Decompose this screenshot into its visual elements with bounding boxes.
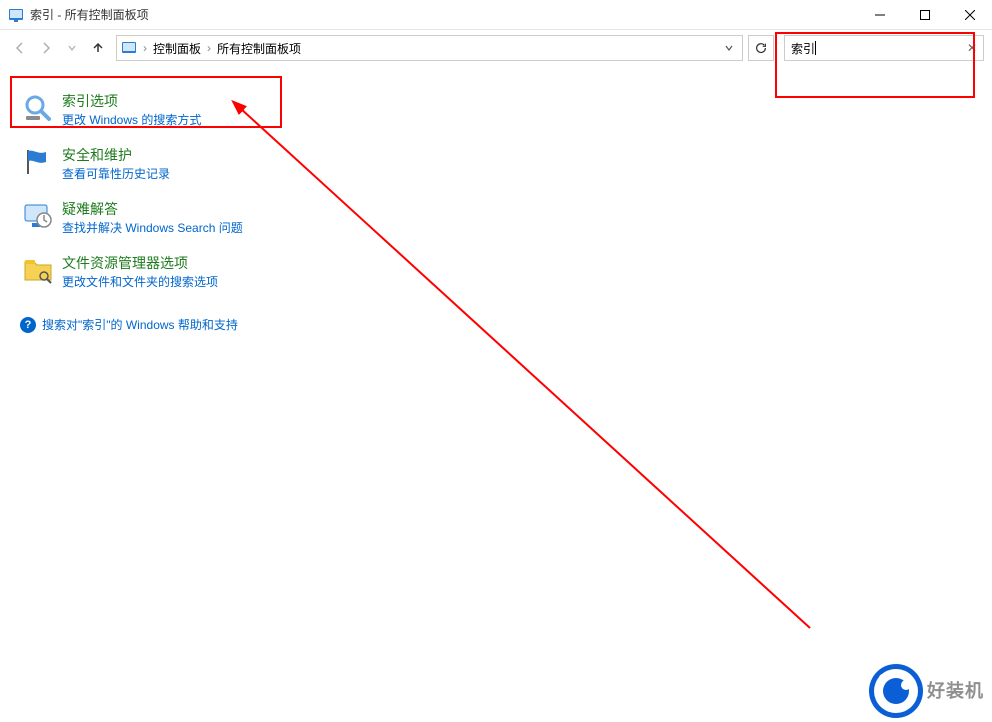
breadcrumb-item[interactable]: 控制面板 xyxy=(149,40,205,57)
result-subtitle[interactable]: 更改文件和文件夹的搜索选项 xyxy=(62,274,218,290)
result-title: 索引选项 xyxy=(62,92,201,110)
result-title: 疑难解答 xyxy=(62,200,243,218)
search-input-text: 索引 xyxy=(791,40,815,57)
result-item-troubleshooting[interactable]: 疑难解答 查找并解决 Windows Search 问题 xyxy=(18,194,980,242)
help-link[interactable]: ? 搜索对"索引"的 Windows 帮助和支持 xyxy=(18,316,980,333)
window-title: 索引 - 所有控制面板项 xyxy=(30,6,149,23)
result-item-file-explorer-options[interactable]: 文件资源管理器选项 更改文件和文件夹的搜索选项 xyxy=(18,248,980,296)
control-panel-location-icon xyxy=(121,40,137,56)
folder-options-icon xyxy=(22,254,54,286)
troubleshoot-icon xyxy=(22,200,54,232)
text-cursor xyxy=(815,41,816,55)
window-maximize-button[interactable] xyxy=(902,0,947,30)
flag-icon xyxy=(22,146,54,178)
result-subtitle[interactable]: 更改 Windows 的搜索方式 xyxy=(62,112,201,128)
nav-forward-button[interactable] xyxy=(34,36,58,60)
window-minimize-button[interactable] xyxy=(857,0,902,30)
result-title: 安全和维护 xyxy=(62,146,170,164)
address-dropdown-button[interactable] xyxy=(720,43,738,53)
search-box[interactable]: 索引 ✕ xyxy=(784,35,984,61)
nav-recent-dropdown[interactable] xyxy=(60,36,84,60)
result-title: 文件资源管理器选项 xyxy=(62,254,218,272)
refresh-button[interactable] xyxy=(748,35,774,61)
result-subtitle[interactable]: 查找并解决 Windows Search 问题 xyxy=(62,220,243,236)
watermark-logo: 好装机 xyxy=(869,664,984,718)
window-titlebar: 索引 - 所有控制面板项 xyxy=(0,0,992,30)
nav-up-button[interactable] xyxy=(86,36,110,60)
address-bar[interactable]: › 控制面板 › 所有控制面板项 xyxy=(116,35,743,61)
breadcrumb-item[interactable]: 所有控制面板项 xyxy=(213,40,305,57)
result-item-indexing-options[interactable]: 索引选项 更改 Windows 的搜索方式 xyxy=(18,86,980,134)
nav-back-button[interactable] xyxy=(8,36,32,60)
result-subtitle[interactable]: 查看可靠性历史记录 xyxy=(62,166,170,182)
watermark-text: 好装机 xyxy=(927,681,984,701)
chevron-right-icon[interactable]: › xyxy=(205,41,213,55)
search-index-icon xyxy=(22,92,54,124)
navigation-bar: › 控制面板 › 所有控制面板项 索引 ✕ xyxy=(0,30,992,66)
result-item-security-maintenance[interactable]: 安全和维护 查看可靠性历史记录 xyxy=(18,140,980,188)
chevron-right-icon[interactable]: › xyxy=(141,41,149,55)
control-panel-icon xyxy=(8,7,24,23)
window-close-button[interactable] xyxy=(947,0,992,30)
help-icon: ? xyxy=(20,317,36,333)
clear-search-button[interactable]: ✕ xyxy=(967,41,977,55)
help-text: 搜索对"索引"的 Windows 帮助和支持 xyxy=(42,316,238,333)
search-results-pane: 索引选项 更改 Windows 的搜索方式 安全和维护 查看可靠性历史记录 疑难… xyxy=(0,66,992,345)
